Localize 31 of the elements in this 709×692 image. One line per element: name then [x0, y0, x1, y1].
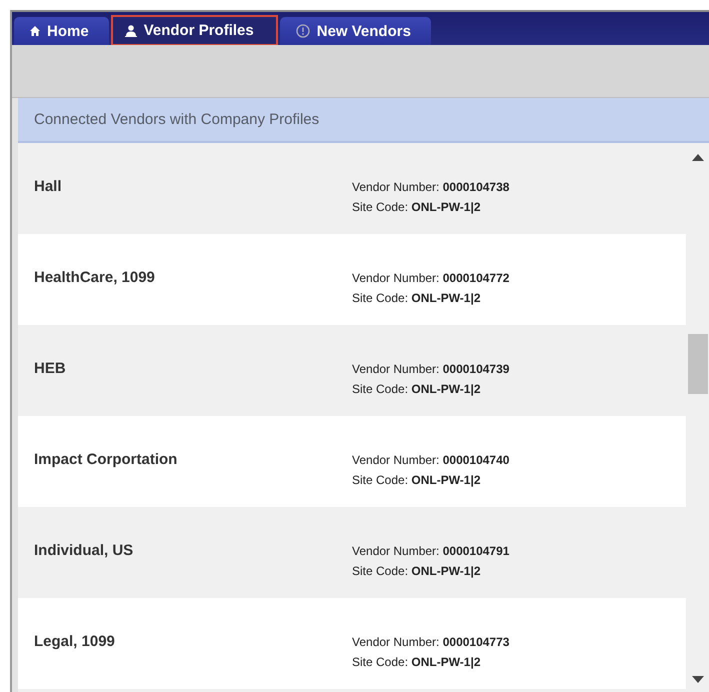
site-code: Site Code: ONL-PW-1|2: [352, 473, 482, 487]
vendor-number: Vendor Number: 0000104738: [352, 180, 510, 194]
tab[interactable]: Home: [14, 17, 109, 45]
home-icon: [30, 26, 40, 36]
vendor-row[interactable]: HealthCare, 1099 Vendor Number: 0000104772 Site Code: ONL-PW-1|2: [18, 234, 686, 325]
vendor-number: Vendor Number: 0000104772: [352, 271, 510, 285]
vendor-number: Vendor Number: 0000104739: [352, 362, 510, 376]
vendor-row[interactable]: Legal, 1099 Vendor Number: 0000104773 Site Code: ONL-PW-1|2: [18, 598, 686, 689]
vendor-number: Vendor Number: 0000104773: [352, 635, 510, 649]
site-code: Site Code: ONL-PW-1|2: [352, 382, 482, 396]
vendor-name: Impact Corportation: [33, 451, 178, 468]
vendor-number: Vendor Number: 0000104740: [352, 453, 510, 467]
tab[interactable]: Vendor Profiles: [110, 15, 278, 46]
scroll-up-icon[interactable]: [692, 153, 704, 161]
scrollbar-thumb[interactable]: [688, 334, 708, 394]
vendor-row[interactable]: Impact Corportation Vendor Number: 0000104740 Site Code: ONL-PW-1|2: [18, 416, 686, 507]
scroll-down-icon[interactable]: [692, 676, 704, 684]
vendor-number: Vendor Number: 0000104791: [352, 544, 510, 558]
person-icon: [124, 24, 137, 36]
vendor-name: Legal, 1099: [33, 633, 116, 650]
vendor-name: Hall: [33, 178, 63, 195]
vendor-name: HealthCare, 1099: [33, 269, 156, 286]
tab[interactable]: New Vendors: [280, 17, 431, 45]
vendor-name: Individual, US: [33, 542, 134, 559]
vendor-name: HEB: [33, 360, 67, 377]
section-header: Connected Vendors with Company Profiles: [18, 98, 709, 143]
site-code: Site Code: ONL-PW-1|2: [352, 655, 482, 669]
site-code: Site Code: ONL-PW-1|2: [352, 200, 482, 214]
info-icon: [296, 24, 310, 38]
site-code: Site Code: ONL-PW-1|2: [352, 291, 482, 305]
site-code: Site Code: ONL-PW-1|2: [352, 564, 482, 578]
